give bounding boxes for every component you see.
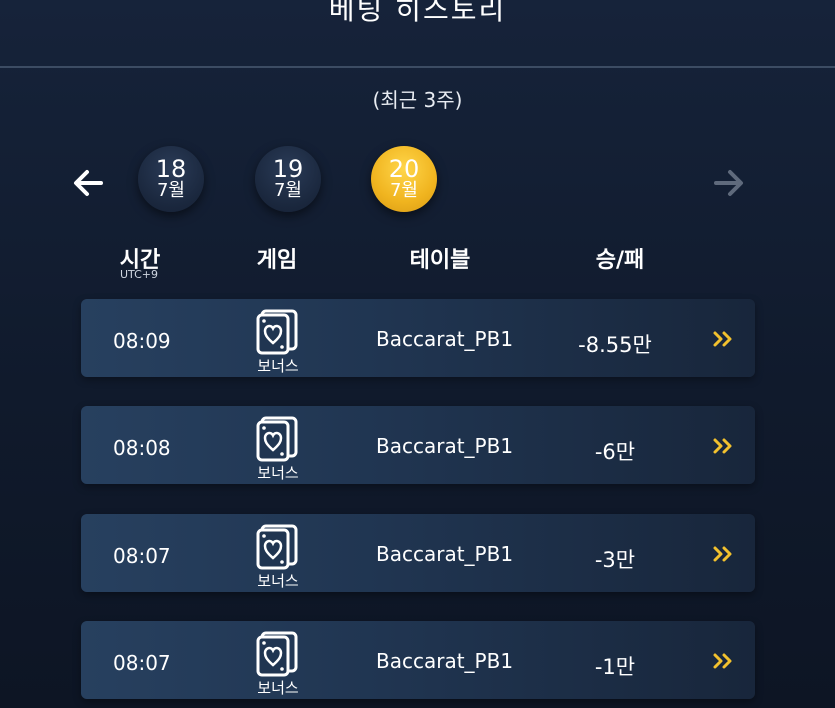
double-chevron-right-icon[interactable] (712, 436, 734, 456)
table-row[interactable]: 08:07 보너스 Baccarat_PB1 -3만 (81, 514, 755, 592)
double-chevron-right-icon[interactable] (712, 329, 734, 349)
arrow-left-icon (74, 170, 103, 196)
date-day: 19 (272, 155, 304, 183)
date-month: 7월 (156, 180, 185, 201)
date-day: 18 (155, 155, 187, 183)
row-time: 08:07 (113, 544, 171, 568)
arrow-right-icon (714, 170, 743, 196)
bonus-card-icon (256, 416, 298, 462)
row-table: Baccarat_PB1 (376, 542, 514, 566)
row-result: -8.55만 (578, 333, 652, 357)
row-table: Baccarat_PB1 (376, 649, 514, 673)
date-range-subtitle: (최근 3주) (372, 88, 463, 112)
date-month: 7월 (389, 180, 418, 201)
date-option-20-selected[interactable]: 20 7월 (371, 146, 437, 212)
timezone-label: UTC+9 (119, 268, 159, 281)
prev-date-button[interactable] (70, 165, 106, 201)
row-result: -3만 (594, 548, 636, 572)
double-chevron-right-icon[interactable] (712, 651, 734, 671)
double-chevron-right-icon[interactable] (712, 544, 734, 564)
row-time: 08:07 (113, 651, 171, 675)
date-day: 20 (388, 155, 420, 183)
row-time: 08:09 (113, 329, 171, 353)
row-game-label: 보너스 (257, 572, 299, 590)
row-game-label: 보너스 (257, 357, 299, 375)
row-table: Baccarat_PB1 (376, 327, 514, 351)
row-result: -1만 (594, 655, 636, 679)
row-game-label: 보너스 (257, 464, 299, 482)
page-title: 베팅 히스토리 (328, 0, 507, 26)
table-row[interactable]: 08:07 보너스 Baccarat_PB1 -1만 (81, 621, 755, 699)
row-table: Baccarat_PB1 (376, 434, 514, 458)
next-date-button[interactable] (711, 165, 747, 201)
date-month: 7월 (273, 180, 302, 201)
column-header-game: 게임 (256, 248, 298, 273)
date-option-18[interactable]: 18 7월 (138, 146, 204, 212)
table-row[interactable]: 08:09 보너스 Baccarat_PB1 -8.55만 (81, 299, 755, 377)
date-option-19[interactable]: 19 7월 (255, 146, 321, 212)
table-row[interactable]: 08:08 보너스 Baccarat_PB1 -6만 (81, 406, 755, 484)
bonus-card-icon (256, 631, 298, 677)
bonus-card-icon (256, 309, 298, 355)
column-header-table: 테이블 (409, 248, 471, 273)
header: 베팅 히스토리 (0, 0, 835, 68)
row-time: 08:08 (113, 436, 171, 460)
bonus-card-icon (256, 524, 298, 570)
row-game-label: 보너스 (257, 679, 299, 697)
column-header-result: 승/패 (595, 248, 645, 273)
row-result: -6만 (594, 440, 636, 464)
